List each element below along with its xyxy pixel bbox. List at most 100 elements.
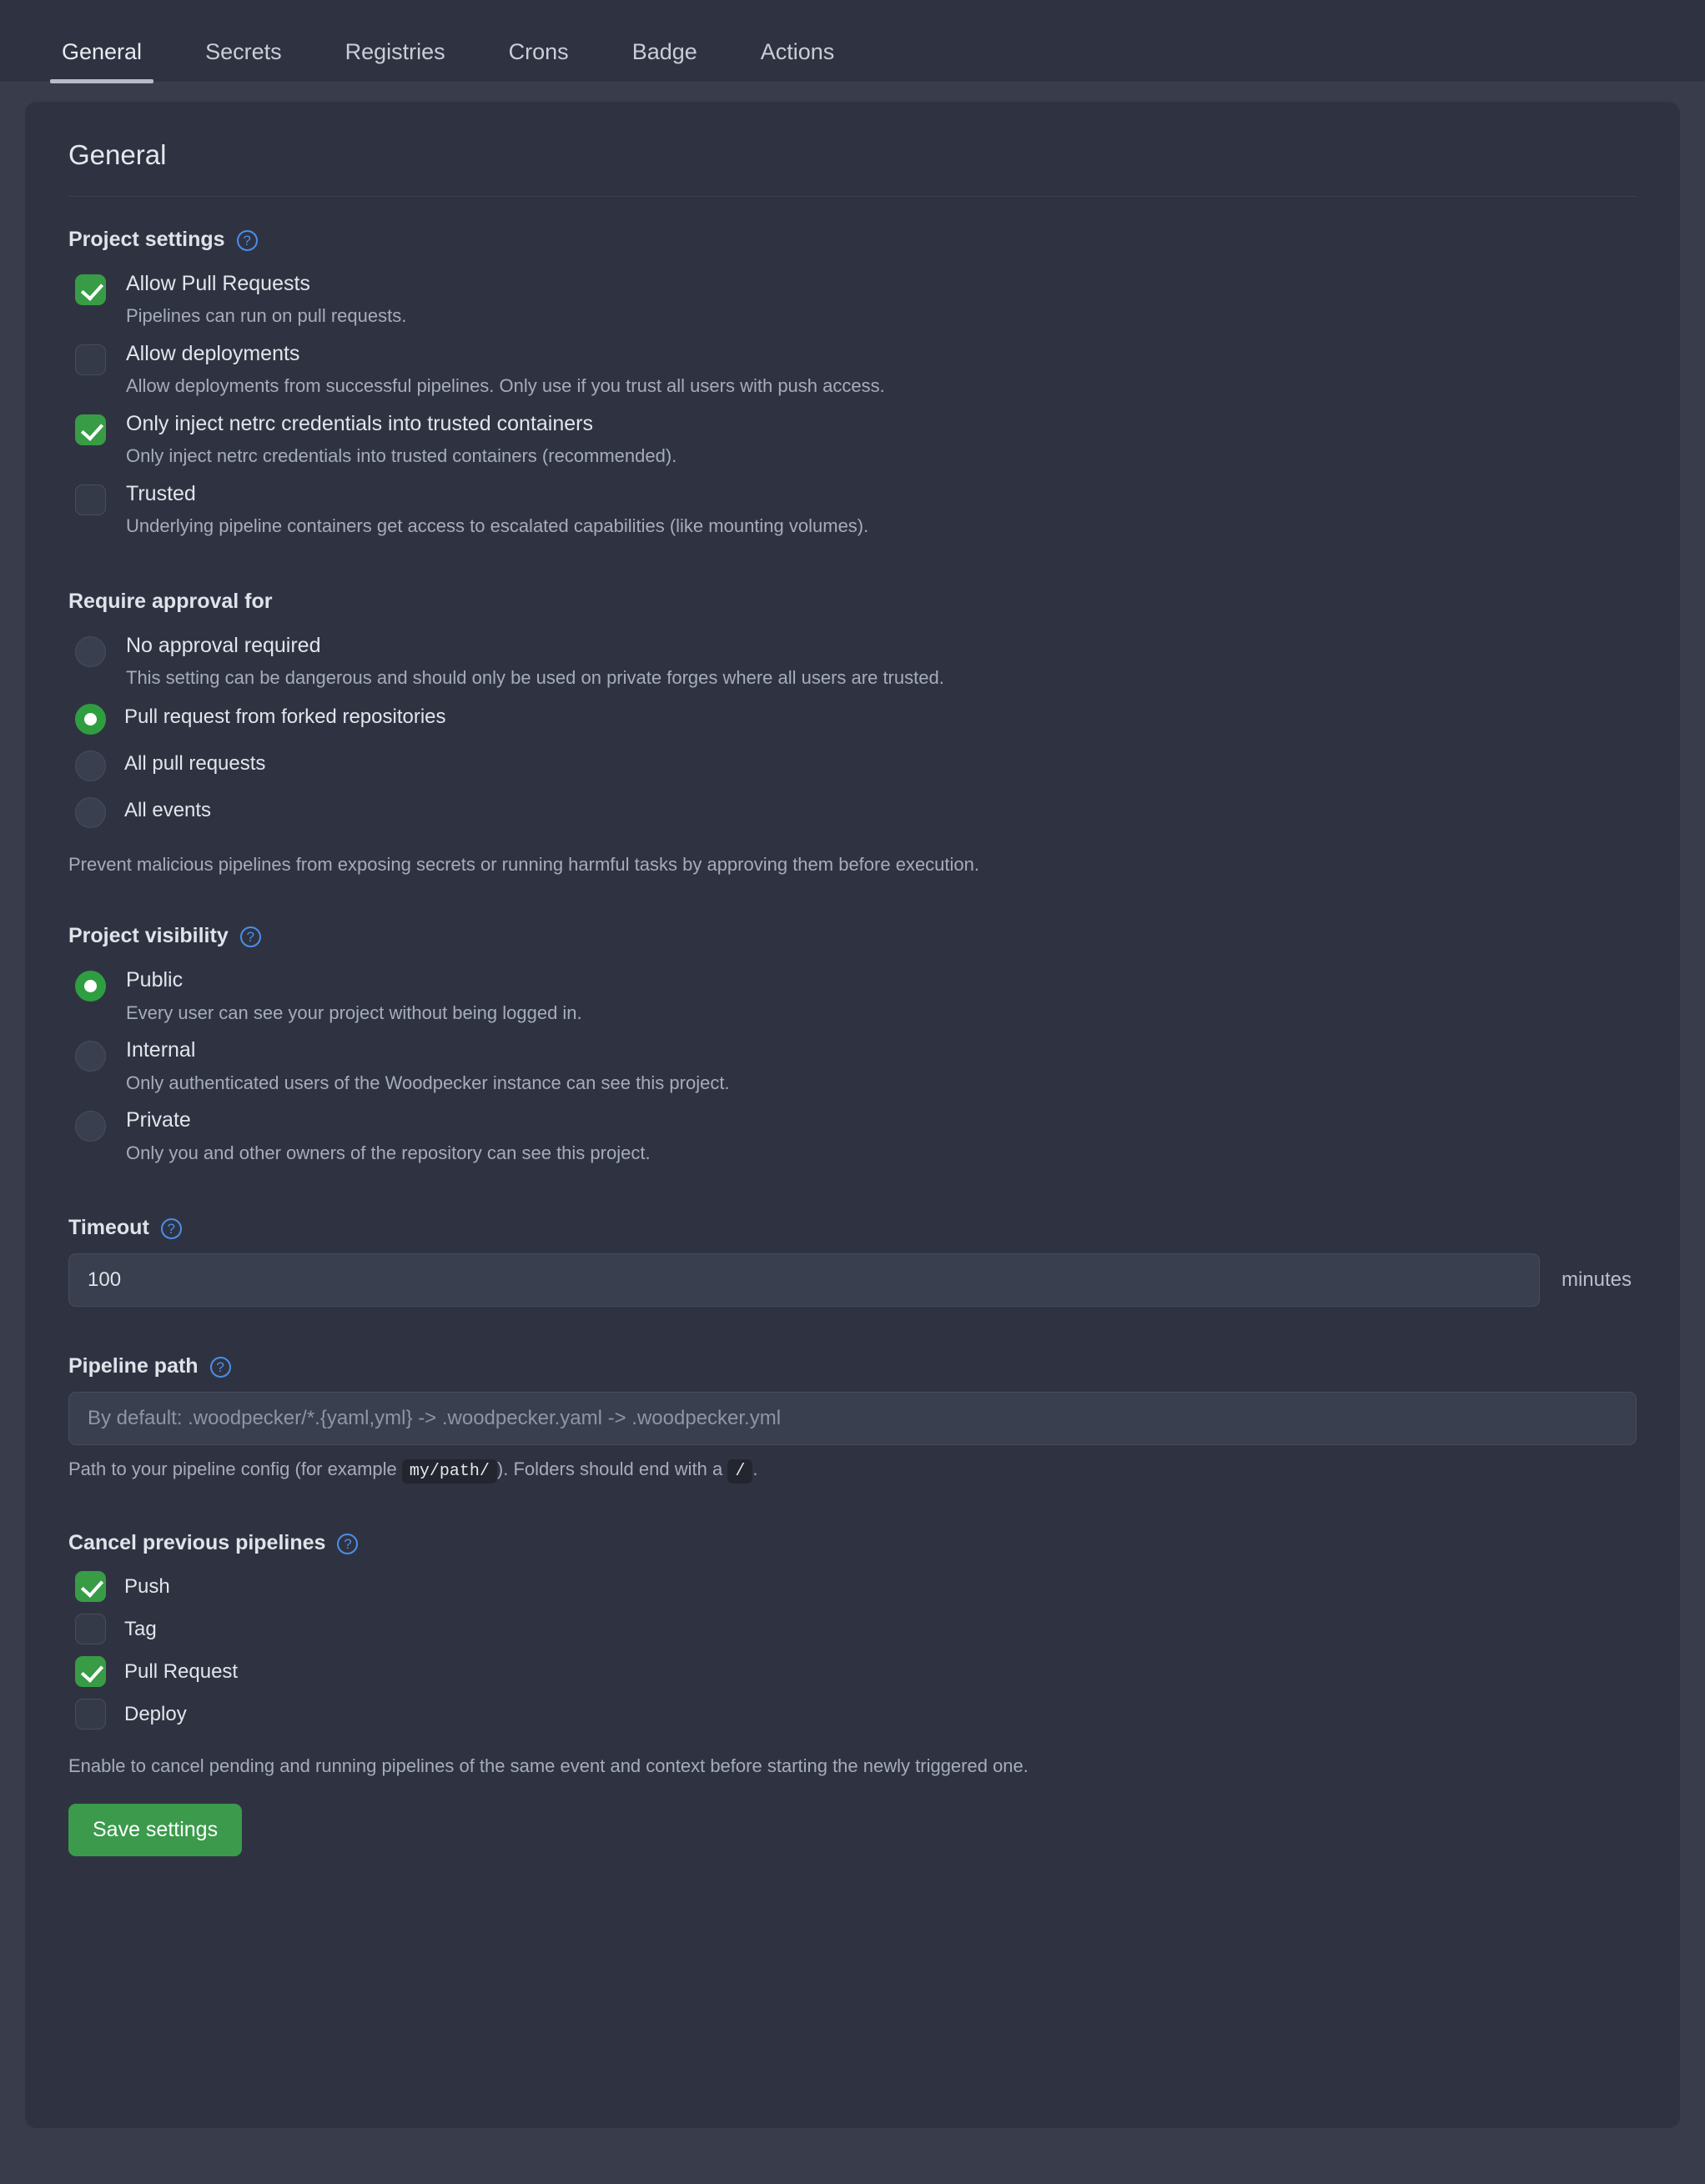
- option-description: Allow deployments from successful pipeli…: [126, 375, 885, 397]
- require-approval-title: Require approval for: [68, 589, 273, 613]
- option-description: Underlying pipeline containers get acces…: [126, 515, 869, 537]
- option-label: Tag: [124, 1617, 157, 1640]
- option-description: Every user can see your project without …: [126, 1002, 582, 1023]
- option-trusted[interactable]: Trusted Underlying pipeline containers g…: [68, 472, 1637, 542]
- question-mark-icon[interactable]: ?: [337, 1533, 359, 1554]
- require-approval-heading: Require approval for: [68, 589, 1637, 614]
- option-description: Only you and other owners of the reposit…: [126, 1142, 651, 1163]
- hint-code-example-path: my/path/: [401, 1459, 497, 1484]
- cancel-previous-heading: Cancel previous pipelines ?: [68, 1530, 1637, 1555]
- hint-code-slash: /: [727, 1459, 753, 1484]
- tab-secrets-label: Secrets: [205, 39, 282, 64]
- timeout-input[interactable]: 100: [68, 1253, 1540, 1308]
- option-label: Allow Pull Requests: [126, 272, 310, 295]
- pipeline-path-title: Pipeline path: [68, 1354, 199, 1378]
- tab-crons-label: Crons: [508, 39, 569, 64]
- option-description: This setting can be dangerous and should…: [126, 667, 944, 688]
- pipeline-path-input[interactable]: By default: .woodpecker/*.{yaml,yml} -> …: [68, 1392, 1637, 1446]
- checkbox-only-inject-netrc[interactable]: [75, 414, 106, 445]
- radio-private[interactable]: [75, 1111, 106, 1142]
- require-approval-note: Prevent malicious pipelines from exposin…: [68, 853, 979, 875]
- option-label: All events: [124, 798, 212, 821]
- option-label: No approval required: [126, 633, 321, 657]
- page-title: General: [68, 139, 167, 170]
- question-mark-icon[interactable]: ?: [160, 1218, 182, 1239]
- project-visibility-heading: Project visibility ?: [68, 923, 1637, 948]
- tab-registries[interactable]: Registries: [314, 41, 477, 82]
- checkbox-cancel-pull-request[interactable]: [75, 1656, 106, 1688]
- option-label: Trusted: [126, 481, 196, 505]
- radio-internal[interactable]: [75, 1041, 106, 1072]
- pipeline-path-heading: Pipeline path ?: [68, 1353, 1637, 1378]
- option-text-group: Private Only you and other owners of the…: [126, 1107, 651, 1165]
- settings-page: General Project settings ? Allow Pull Re…: [0, 83, 1705, 2160]
- checkbox-cancel-deploy[interactable]: [75, 1699, 106, 1730]
- project-visibility-title: Project visibility: [68, 924, 229, 948]
- option-label: Push: [124, 1574, 170, 1598]
- option-text-group: Public Every user can see your project w…: [126, 966, 582, 1025]
- tab-registries-label: Registries: [345, 39, 445, 64]
- option-description: Pipelines can run on pull requests.: [126, 305, 407, 327]
- question-mark-icon[interactable]: ?: [239, 926, 261, 947]
- radio-forked-pull-request[interactable]: [75, 703, 106, 735]
- project-settings-title: Project settings: [68, 228, 225, 251]
- project-settings-heading: Project settings ?: [68, 227, 1637, 252]
- checkbox-trusted[interactable]: [75, 484, 106, 515]
- tab-badge-label: Badge: [631, 39, 697, 64]
- option-label: Deploy: [124, 1702, 187, 1725]
- radio-option-all-events[interactable]: All events: [68, 787, 1637, 834]
- question-mark-icon[interactable]: ?: [209, 1356, 231, 1378]
- radio-option-forked-pull-request[interactable]: Pull request from forked repositories: [68, 694, 1637, 741]
- radio-option-private[interactable]: Private Only you and other owners of the…: [68, 1098, 1637, 1168]
- option-label: Private: [126, 1108, 191, 1132]
- tab-actions-label: Actions: [760, 39, 835, 64]
- checkbox-cancel-push[interactable]: [75, 1571, 106, 1603]
- tab-secrets[interactable]: Secrets: [174, 41, 314, 82]
- cancel-previous-note: Enable to cancel pending and running pip…: [68, 1755, 1029, 1777]
- option-label: Pull Request: [124, 1659, 239, 1683]
- option-cancel-deploy[interactable]: Deploy: [68, 1693, 1637, 1735]
- option-label: Only inject netrc credentials into trust…: [126, 411, 593, 435]
- tab-actions[interactable]: Actions: [729, 41, 867, 82]
- option-text-group: No approval required This setting can be…: [126, 632, 944, 690]
- radio-option-all-pull-requests[interactable]: All pull requests: [68, 741, 1637, 787]
- checkbox-allow-pull-requests[interactable]: [75, 274, 106, 305]
- option-text-group: Only inject netrc credentials into trust…: [126, 410, 676, 469]
- settings-tab-bar: General Secrets Registries Crons Badge A…: [0, 0, 1705, 83]
- tab-general-label: General: [62, 39, 143, 64]
- option-only-inject-netrc[interactable]: Only inject netrc credentials into trust…: [68, 402, 1637, 472]
- option-description: Only authenticated users of the Woodpeck…: [126, 1072, 730, 1093]
- option-allow-deployments[interactable]: Allow deployments Allow deployments from…: [68, 332, 1637, 402]
- option-text-group: Allow Pull Requests Pipelines can run on…: [126, 270, 406, 329]
- cancel-previous-title: Cancel previous pipelines: [68, 1531, 326, 1555]
- checkbox-cancel-tag[interactable]: [75, 1614, 106, 1645]
- option-cancel-pull-request[interactable]: Pull Request: [68, 1650, 1637, 1693]
- save-settings-button[interactable]: Save settings: [68, 1803, 243, 1856]
- pipeline-path-field-row: By default: .woodpecker/*.{yaml,yml} -> …: [68, 1392, 1637, 1446]
- hint-text-after: .: [752, 1459, 758, 1480]
- radio-public[interactable]: [75, 971, 106, 1002]
- radio-option-internal[interactable]: Internal Only authenticated users of the…: [68, 1028, 1637, 1098]
- checkbox-allow-deployments[interactable]: [75, 344, 106, 375]
- question-mark-icon[interactable]: ?: [236, 229, 258, 251]
- tab-badge[interactable]: Badge: [601, 41, 729, 82]
- hint-text-middle: ). Folders should end with a: [496, 1459, 723, 1480]
- option-allow-pull-requests[interactable]: Allow Pull Requests Pipelines can run on…: [68, 262, 1637, 332]
- option-label: All pull requests: [124, 751, 266, 775]
- tab-general[interactable]: General: [30, 39, 174, 83]
- hint-text-before: Path to your pipeline config (for exampl…: [68, 1459, 397, 1480]
- option-text-group: Internal Only authenticated users of the…: [126, 1037, 730, 1095]
- option-text-group: Allow deployments Allow deployments from…: [126, 340, 885, 399]
- radio-option-public[interactable]: Public Every user can see your project w…: [68, 958, 1637, 1028]
- pipeline-path-hint: Path to your pipeline config (for exampl…: [68, 1457, 1637, 1484]
- radio-no-approval-required[interactable]: [75, 635, 106, 667]
- radio-all-pull-requests[interactable]: [75, 750, 106, 781]
- radio-option-no-approval-required[interactable]: No approval required This setting can be…: [68, 624, 1637, 694]
- general-settings-card: General Project settings ? Allow Pull Re…: [25, 102, 1680, 2128]
- option-cancel-tag[interactable]: Tag: [68, 1608, 1637, 1650]
- tab-crons[interactable]: Crons: [477, 41, 601, 82]
- radio-all-events[interactable]: [75, 796, 106, 828]
- option-description: Only inject netrc credentials into trust…: [126, 445, 677, 467]
- settings-form: Project settings ? Allow Pull Requests P…: [25, 197, 1680, 1856]
- option-cancel-push[interactable]: Push: [68, 1565, 1637, 1608]
